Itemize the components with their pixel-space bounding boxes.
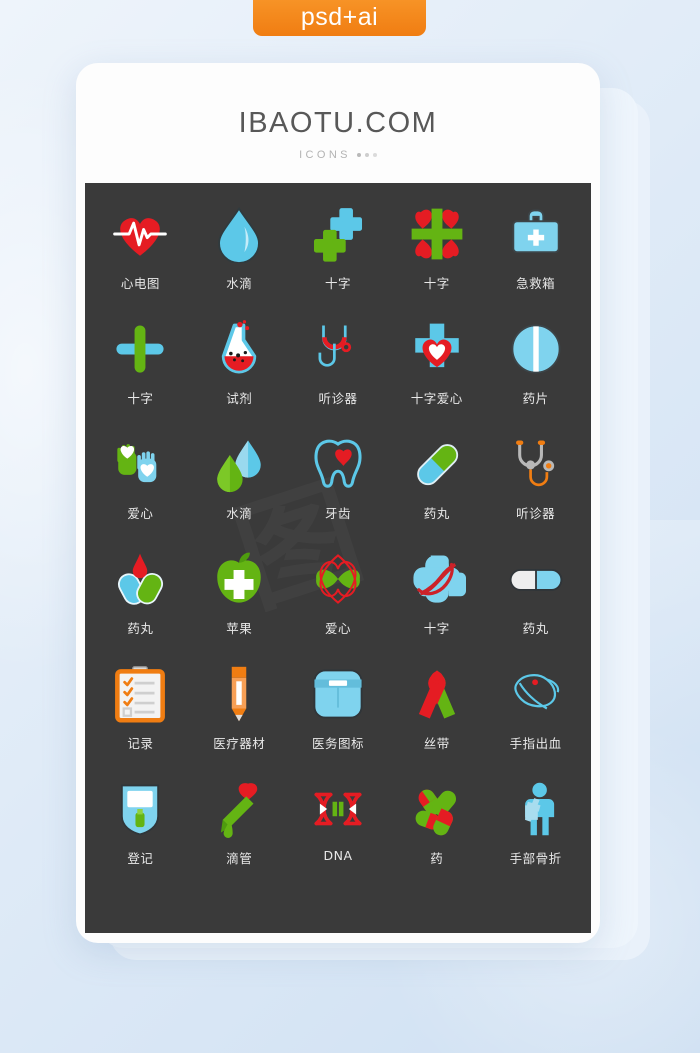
double-cross-icon[interactable]	[307, 201, 369, 267]
dna-helix-icon[interactable]	[307, 776, 369, 842]
icon-label: 医疗器材	[213, 736, 266, 751]
icon-cell[interactable]: 丝带	[387, 661, 486, 776]
icon-cell[interactable]: 手部骨折	[486, 776, 585, 891]
icon-label: 手部骨折	[509, 851, 562, 866]
icon-label: 药丸	[522, 621, 549, 636]
icon-label: 牙齿	[324, 506, 351, 521]
page-title: IBAOTU.COM	[238, 107, 438, 139]
subtitle-text: ICONS	[299, 149, 351, 161]
icon-cell[interactable]: 药片	[486, 316, 585, 431]
glucose-meter-icon[interactable]	[109, 776, 171, 842]
icon-label: 心电图	[120, 276, 160, 291]
cross-ribbon-icon[interactable]	[406, 546, 468, 612]
apple-cross-icon[interactable]	[208, 546, 270, 612]
icon-cell[interactable]: 药丸	[486, 546, 585, 661]
icon-cell[interactable]: 听诊器	[289, 316, 388, 431]
pills-group-icon[interactable]	[406, 776, 468, 842]
icon-cell[interactable]: 医疗器材	[190, 661, 289, 776]
clover-heart-icon[interactable]	[307, 546, 369, 612]
icon-label: 爱心	[127, 506, 154, 521]
icon-cell[interactable]: 十字爱心	[387, 316, 486, 431]
icon-cell[interactable]: 药丸	[387, 431, 486, 546]
icon-cell[interactable]: 爱心	[289, 546, 388, 661]
icon-cell[interactable]: DNA	[289, 776, 388, 891]
icon-cell[interactable]: 记录	[91, 661, 190, 776]
dropper-icon[interactable]	[208, 776, 270, 842]
icon-cell[interactable]: 听诊器	[486, 431, 585, 546]
two-capsules-icon[interactable]	[109, 546, 171, 612]
icon-label: 十字	[423, 276, 450, 291]
icon-cell[interactable]: 水滴	[190, 201, 289, 316]
icon-cell[interactable]: 医务图标	[289, 661, 388, 776]
icon-label: 苹果	[226, 621, 253, 636]
icon-label: 药丸	[127, 621, 154, 636]
icon-label: 听诊器	[516, 506, 556, 521]
stethoscope-gray-icon[interactable]	[505, 431, 567, 497]
icon-label: 试剂	[226, 391, 253, 406]
medical-app-icon[interactable]	[307, 661, 369, 727]
bleeding-finger-icon[interactable]	[505, 661, 567, 727]
icon-label: 十字	[324, 276, 351, 291]
dots-icon	[356, 153, 377, 157]
icon-panel: 图 心电图 水滴 十字 十字 急救箱 十字 试剂 听诊器 十字爱心 药片	[85, 183, 591, 933]
scalpel-pen-icon[interactable]	[208, 661, 270, 727]
plus-cross-icon[interactable]	[109, 316, 171, 382]
awareness-ribbon-icon[interactable]	[406, 661, 468, 727]
icon-cell[interactable]: 十字	[91, 316, 190, 431]
page-subtitle: ICONS	[76, 149, 600, 161]
icon-cell[interactable]: 十字	[387, 201, 486, 316]
icon-label: 滴管	[226, 851, 253, 866]
arm-sling-icon[interactable]	[505, 776, 567, 842]
icon-label: 十字	[127, 391, 154, 406]
icon-cell[interactable]: 滴管	[190, 776, 289, 891]
icon-cell[interactable]: 药	[387, 776, 486, 891]
icon-showcase-card: IBAOTU.COM ICONS 图 心电图 水滴 十字 十字 急救箱 十字 试…	[76, 63, 600, 943]
icon-label: 十字	[423, 621, 450, 636]
icon-label: 丝带	[423, 736, 450, 751]
first-aid-kit-icon[interactable]	[505, 201, 567, 267]
icon-label: 听诊器	[318, 391, 358, 406]
icon-grid: 心电图 水滴 十字 十字 急救箱 十字 试剂 听诊器 十字爱心 药片 爱心 水滴…	[85, 183, 591, 891]
tablet-pill-icon[interactable]	[505, 316, 567, 382]
icon-cell[interactable]: 登记	[91, 776, 190, 891]
stethoscope-red-icon[interactable]	[307, 316, 369, 382]
capsule-icon[interactable]	[406, 431, 468, 497]
icon-cell[interactable]: 苹果	[190, 546, 289, 661]
icon-cell[interactable]: 急救箱	[486, 201, 585, 316]
water-drop-icon[interactable]	[208, 201, 270, 267]
icon-label: 药片	[522, 391, 549, 406]
flask-reagent-icon[interactable]	[208, 316, 270, 382]
icon-label: 急救箱	[516, 276, 556, 291]
icon-cell[interactable]: 牙齿	[289, 431, 388, 546]
icon-cell[interactable]: 水滴	[190, 431, 289, 546]
icon-label: 水滴	[226, 276, 253, 291]
cross-heart-icon[interactable]	[406, 316, 468, 382]
icon-label: 手指出血	[509, 736, 562, 751]
icon-label: DNA	[323, 848, 353, 863]
icon-cell[interactable]: 药丸	[91, 546, 190, 661]
icon-cell[interactable]: 试剂	[190, 316, 289, 431]
icon-label: 医务图标	[311, 736, 364, 751]
caring-hands-icon[interactable]	[109, 431, 171, 497]
icon-label: 水滴	[226, 506, 253, 521]
pill-horizontal-icon[interactable]	[505, 546, 567, 612]
icon-cell[interactable]: 心电图	[91, 201, 190, 316]
icon-label: 记录	[127, 736, 154, 751]
icon-label: 药	[430, 851, 444, 866]
cross-hearts-icon[interactable]	[406, 201, 468, 267]
icon-cell[interactable]: 手指出血	[486, 661, 585, 776]
psd-ai-badge: psd+ai	[253, 0, 426, 36]
icon-label: 十字爱心	[410, 391, 463, 406]
ecg-heart-icon[interactable]	[109, 201, 171, 267]
icon-cell[interactable]: 爱心	[91, 431, 190, 546]
icon-label: 药丸	[423, 506, 450, 521]
card-header: IBAOTU.COM ICONS	[76, 63, 600, 161]
two-drops-icon[interactable]	[208, 431, 270, 497]
clipboard-record-icon[interactable]	[109, 661, 171, 727]
icon-label: 爱心	[324, 621, 351, 636]
icon-cell[interactable]: 十字	[387, 546, 486, 661]
icon-cell[interactable]: 十字	[289, 201, 388, 316]
icon-label: 登记	[127, 851, 154, 866]
tooth-heart-icon[interactable]	[307, 431, 369, 497]
